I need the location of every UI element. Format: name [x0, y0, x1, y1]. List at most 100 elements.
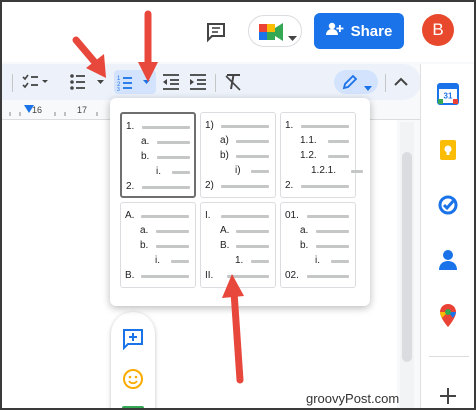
placeholder-line [236, 155, 269, 158]
edit-mode-pencil-icon [342, 74, 358, 95]
calendar-icon[interactable]: 31 [434, 80, 462, 108]
placeholder-line [156, 245, 189, 248]
clear-formatting-icon[interactable] [224, 70, 244, 94]
list-marker: i) [235, 165, 241, 176]
list-style-line: 1.1. [281, 135, 353, 147]
list-style-line: b. [121, 240, 193, 252]
list-marker: 1.2.1. [311, 165, 337, 176]
list-marker: 1) [205, 120, 214, 131]
placeholder-line [221, 185, 269, 188]
placeholder-line [221, 125, 269, 128]
list-style-line: i. [281, 255, 353, 267]
list-marker: 02. [285, 270, 299, 281]
placeholder-line [141, 275, 189, 278]
person-add-icon [325, 22, 344, 40]
list-marker: 1.1. [300, 135, 317, 146]
list-style-option[interactable]: I. A. B. 1. II. [200, 202, 276, 288]
list-marker: b. [140, 240, 149, 251]
list-style-option[interactable]: 1. a. b. i. 2. [120, 112, 196, 198]
placeholder-line [157, 141, 190, 144]
list-marker: A. [125, 210, 135, 221]
suggest-edit-icon[interactable] [122, 406, 144, 408]
list-marker: i. [155, 255, 160, 266]
comment-history-icon[interactable] [202, 18, 230, 46]
toolbar-divider [385, 74, 386, 92]
add-icon[interactable] [434, 382, 462, 408]
placeholder-line [221, 215, 269, 218]
list-style-line: a) [201, 135, 273, 147]
side-panel: 31 [420, 64, 474, 408]
list-style-line: 1. [201, 255, 273, 267]
list-style-line: b. [122, 151, 194, 163]
list-style-option[interactable]: 1) a) b) i) 2) [200, 112, 276, 198]
list-marker: B. [220, 240, 230, 251]
list-marker: i. [315, 255, 320, 266]
app-window: Share B 123 16 17 31 1. a. b. i. 2. 1) a… [0, 0, 476, 410]
list-style-option[interactable]: 01. a. b. i. 02. [280, 202, 356, 288]
list-marker: a. [141, 136, 150, 147]
list-marker: B. [125, 270, 135, 281]
placeholder-line [316, 245, 349, 248]
emoji-icon[interactable] [122, 368, 144, 395]
maps-icon[interactable] [434, 302, 462, 330]
bulleted-list-icon[interactable] [68, 70, 108, 94]
list-marker: b) [220, 150, 229, 161]
list-marker: 1. [126, 121, 135, 132]
toolbar-divider [215, 74, 216, 92]
list-style-option[interactable]: 1. 1.1. 1.2. 1.2.1. 2. [280, 112, 363, 198]
top-header: Share B [2, 2, 474, 62]
placeholder-line [251, 170, 269, 173]
list-marker: b. [300, 240, 309, 251]
list-style-line: 1) [201, 120, 273, 132]
meet-button[interactable] [248, 15, 302, 47]
list-marker: 1. [235, 255, 244, 266]
list-style-line: I. [201, 210, 273, 222]
decrease-indent-icon[interactable] [162, 70, 180, 94]
placeholder-line [351, 170, 363, 173]
placeholder-line [142, 186, 190, 189]
placeholder-line [227, 275, 269, 278]
list-style-line: 2. [122, 181, 194, 193]
list-marker: 2. [126, 181, 135, 192]
checklist-icon[interactable] [22, 70, 50, 94]
scrollbar-thumb[interactable] [402, 152, 412, 362]
list-style-line: a. [121, 225, 193, 237]
avatar[interactable]: B [422, 14, 454, 46]
list-marker: II. [205, 270, 214, 281]
share-button[interactable]: Share [314, 13, 404, 49]
placeholder-line [316, 230, 349, 233]
list-style-option[interactable]: A. a. b. i. B. [120, 202, 196, 288]
numbered-list-icon[interactable]: 123 [114, 70, 156, 94]
placeholder-line [328, 140, 349, 143]
numbered-list-menu: 1. a. b. i. 2. 1) a) b) i) 2) 1. 1.1. 1.2. 1.2.1. 2. A.… [110, 98, 370, 306]
tasks-icon[interactable] [434, 190, 462, 218]
placeholder-line [171, 260, 189, 263]
list-style-line: II. [201, 270, 273, 282]
toolbar: 123 [2, 64, 421, 100]
placeholder-line [236, 230, 269, 233]
list-marker: a. [140, 225, 149, 236]
list-style-line: i. [122, 166, 194, 178]
chevron-down-icon [288, 29, 297, 47]
increase-indent-icon[interactable] [189, 70, 207, 94]
list-marker: a. [300, 225, 309, 236]
list-style-line: i) [201, 165, 273, 177]
collapse-chevron-icon[interactable] [394, 70, 408, 94]
list-marker: b. [141, 151, 150, 162]
edit-mode-button[interactable] [334, 70, 378, 94]
placeholder-line [172, 171, 190, 174]
chevron-down-icon [364, 79, 372, 97]
placeholder-line [331, 260, 349, 263]
list-marker: I. [205, 210, 211, 221]
floating-action-rail [111, 312, 155, 408]
list-style-line: A. [121, 210, 193, 222]
contacts-icon[interactable] [434, 246, 462, 274]
add-comment-icon[interactable] [122, 328, 144, 355]
watermark: groovyPost.com [306, 391, 400, 406]
keep-icon[interactable] [434, 136, 462, 164]
svg-text:31: 31 [444, 92, 453, 101]
list-marker: a) [220, 135, 229, 146]
list-style-line: b. [281, 240, 353, 252]
placeholder-line [251, 260, 269, 263]
side-panel-divider [429, 356, 469, 357]
